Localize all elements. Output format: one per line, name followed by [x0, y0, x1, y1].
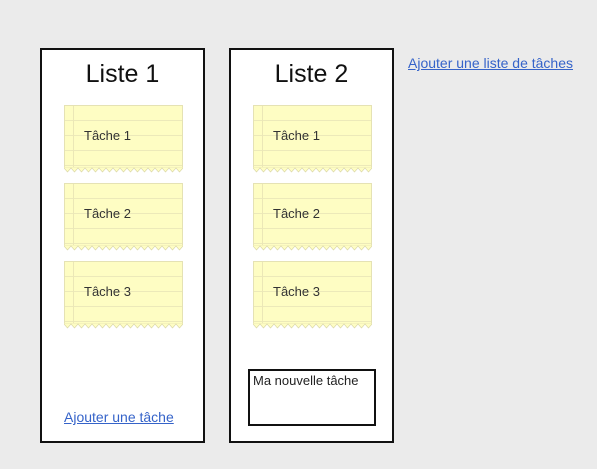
list-title: Liste 1 — [85, 60, 160, 88]
torn-edge — [64, 323, 183, 329]
add-list-link[interactable]: Ajouter une liste de tâches — [408, 55, 573, 71]
task-label: Tâche 3 — [273, 284, 320, 299]
torn-edge — [253, 167, 372, 173]
task-card[interactable]: Tâche 3 — [64, 261, 183, 329]
task-label: Tâche 1 — [84, 128, 131, 143]
list-title: Liste 2 — [274, 60, 349, 88]
task-list-1: Liste 1 Tâche 1 Tâche 2 Tâche 3 Ajouter … — [40, 48, 205, 443]
task-card[interactable]: Tâche 2 — [64, 183, 183, 251]
task-card[interactable]: Tâche 2 — [253, 183, 372, 251]
task-card[interactable]: Tâche 1 — [64, 105, 183, 173]
task-label: Tâche 1 — [273, 128, 320, 143]
task-list-2: Liste 2 Tâche 1 Tâche 2 Tâche 3 Ma nouve… — [229, 48, 394, 443]
task-card[interactable]: Tâche 3 — [253, 261, 372, 329]
new-task-input[interactable]: Ma nouvelle tâche — [248, 369, 376, 426]
torn-edge — [64, 245, 183, 251]
add-task-link[interactable]: Ajouter une tâche — [64, 409, 174, 425]
task-label: Tâche 2 — [84, 206, 131, 221]
torn-edge — [253, 323, 372, 329]
task-label: Tâche 3 — [84, 284, 131, 299]
torn-edge — [64, 167, 183, 173]
torn-edge — [253, 245, 372, 251]
task-card[interactable]: Tâche 1 — [253, 105, 372, 173]
task-label: Tâche 2 — [273, 206, 320, 221]
